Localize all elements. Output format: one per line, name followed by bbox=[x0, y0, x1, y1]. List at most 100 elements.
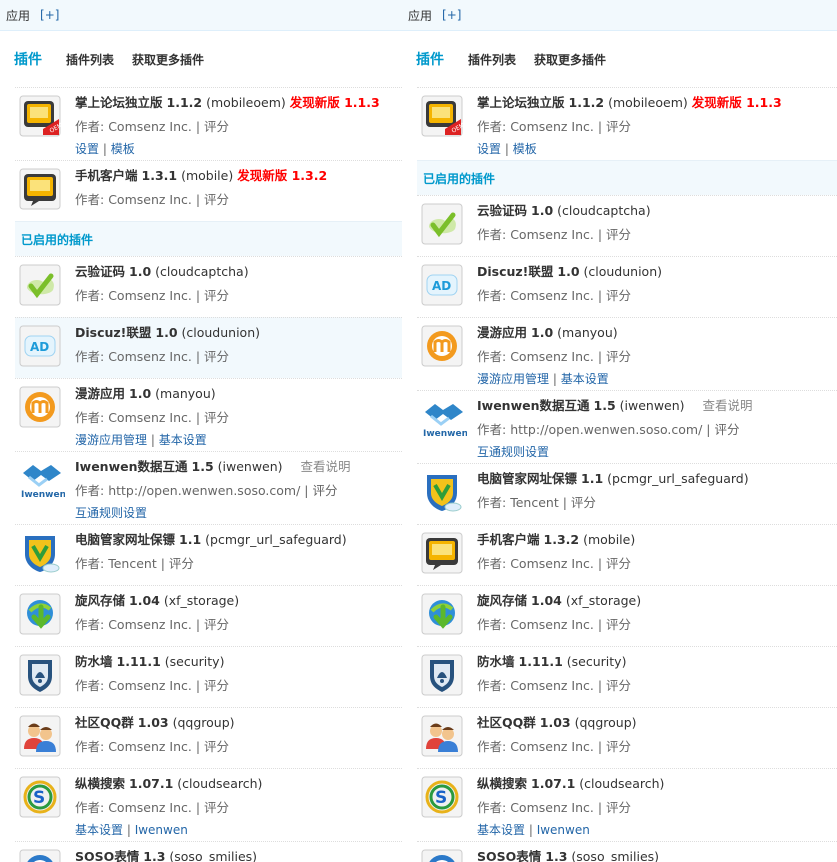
plugin-row: AD Discuz!联盟 1.0 (cloudunion) 作者: Comsenz … bbox=[417, 256, 837, 317]
plugin-identifier: (manyou) bbox=[155, 386, 216, 401]
rate-link[interactable]: 评分 bbox=[204, 192, 229, 207]
plugin-name: SOSO表情 bbox=[75, 849, 140, 862]
plugin-name: Discuz!联盟 bbox=[477, 264, 554, 279]
rate-link[interactable]: 评分 bbox=[606, 739, 631, 754]
plugin-action-link[interactable]: 设置 bbox=[477, 142, 501, 156]
plugin-version: 1.0 bbox=[557, 264, 580, 279]
plugin-action-link[interactable]: Iwenwen bbox=[537, 823, 590, 837]
plugin-action-link[interactable]: 设置 bbox=[75, 142, 99, 156]
plugin-identifier: (cloudcaptcha) bbox=[557, 203, 651, 218]
plugin-row: 旋风存储 1.04 (xf_storage) 作者: Comsenz Inc. |… bbox=[15, 585, 402, 646]
view-info-link[interactable]: 查看说明 bbox=[703, 398, 753, 413]
plugin-row: 漫游应用 1.0 (manyou) 作者: Comsenz Inc. | 评分 漫游… bbox=[417, 317, 837, 390]
rate-link[interactable]: 评分 bbox=[606, 678, 631, 693]
plugin-version: 1.07.1 bbox=[531, 776, 576, 791]
tab-plugin-list[interactable]: 插件列表 bbox=[66, 51, 114, 68]
separator: | bbox=[593, 119, 607, 134]
rate-link[interactable]: 评分 bbox=[204, 739, 229, 754]
plugin-identifier: (cloudsearch) bbox=[579, 776, 665, 791]
plugin-version: 1.0 bbox=[531, 203, 554, 218]
tab-plugin-list[interactable]: 插件列表 bbox=[468, 51, 516, 68]
rate-link[interactable]: 评分 bbox=[606, 227, 631, 242]
rate-link[interactable]: 评分 bbox=[204, 410, 229, 425]
plugin-author: Comsenz Inc. bbox=[108, 349, 192, 364]
rate-link[interactable]: 评分 bbox=[606, 556, 631, 571]
plugin-version: 1.3.2 bbox=[543, 532, 580, 547]
svg-text:S: S bbox=[435, 788, 447, 808]
plugin-action-link[interactable]: 模板 bbox=[513, 142, 537, 156]
plugin-name: 旋风存储 bbox=[477, 593, 528, 608]
rate-link[interactable]: 评分 bbox=[606, 349, 631, 364]
tab-get-more-plugins[interactable]: 获取更多插件 bbox=[534, 51, 606, 68]
rate-link[interactable]: 评分 bbox=[204, 119, 229, 134]
plugin-action-link[interactable]: 基本设置 bbox=[477, 823, 525, 837]
svg-text:Iwenwen: Iwenwen bbox=[423, 429, 467, 439]
plugin-row: 手机客户端 1.3.1 (mobile) 发现新版 1.3.2 作者: Comse… bbox=[15, 160, 402, 221]
pcmgr-icon bbox=[421, 471, 463, 513]
plugin-title: 社区QQ群 1.03 (qqgroup) bbox=[477, 712, 637, 731]
plugin-name: 电脑管家网址保镖 bbox=[477, 471, 578, 486]
plugin-title: 社区QQ群 1.03 (qqgroup) bbox=[75, 712, 235, 731]
rate-link[interactable]: 评分 bbox=[606, 617, 631, 632]
plugin-author-line: 作者: Comsenz Inc. | 评分 bbox=[477, 614, 631, 633]
plugin-action-link[interactable]: 模板 bbox=[111, 142, 135, 156]
rate-link[interactable]: 评分 bbox=[606, 288, 631, 303]
tab-plugins[interactable]: 插件 bbox=[416, 49, 444, 69]
plugin-action-link[interactable]: 基本设置 bbox=[75, 823, 123, 837]
plugin-action-link[interactable]: 互通规则设置 bbox=[477, 445, 549, 459]
plugin-author-line: 作者: Comsenz Inc. | 评分 bbox=[75, 614, 229, 633]
rate-link[interactable]: 评分 bbox=[204, 678, 229, 693]
plugin-author-line: 作者: Comsenz Inc. | 评分 bbox=[477, 736, 631, 755]
tab-plugins[interactable]: 插件 bbox=[14, 49, 42, 69]
author-prefix: 作者: bbox=[75, 349, 105, 364]
view-info-link[interactable]: 查看说明 bbox=[301, 459, 351, 474]
plugin-action-links: 互通规则设置 bbox=[477, 443, 549, 460]
rate-link[interactable]: 评分 bbox=[714, 422, 739, 437]
rate-link[interactable]: 评分 bbox=[204, 800, 229, 815]
rate-link[interactable]: 评分 bbox=[204, 349, 229, 364]
plugin-identifier: (iwenwen) bbox=[217, 459, 283, 474]
plugin-action-link[interactable]: 漫游应用管理 bbox=[75, 433, 147, 447]
plugin-name: 云验证码 bbox=[477, 203, 528, 218]
plugin-action-link[interactable]: 漫游应用管理 bbox=[477, 372, 549, 386]
plugin-row: 防水墙 1.11.1 (security) 作者: Comsenz Inc. | … bbox=[15, 646, 402, 707]
rate-link[interactable]: 评分 bbox=[606, 800, 631, 815]
rate-link[interactable]: 评分 bbox=[204, 288, 229, 303]
add-app-link[interactable]: [+] bbox=[40, 8, 59, 22]
separator: | bbox=[191, 349, 205, 364]
plugin-title: Discuz!联盟 1.0 (cloudunion) bbox=[75, 322, 260, 341]
plugin-title: 纵横搜索 1.07.1 (cloudsearch) bbox=[75, 773, 262, 792]
rate-link[interactable]: 评分 bbox=[312, 483, 337, 498]
plugin-action-link[interactable]: 基本设置 bbox=[561, 372, 609, 386]
plugin-row: 漫游应用 1.0 (manyou) 作者: Comsenz Inc. | 评分 漫游… bbox=[15, 378, 402, 451]
new-version-notice[interactable]: 发现新版 1.3.2 bbox=[237, 168, 327, 183]
separator: | bbox=[593, 739, 607, 754]
plugin-name: SOSO表情 bbox=[477, 849, 542, 862]
plugin-row: OEM 掌上论坛独立版 1.1.2 (mobileoem) 发现新版 1.1.3 作… bbox=[15, 87, 402, 160]
separator: | bbox=[593, 617, 607, 632]
plugin-name: 漫游应用 bbox=[75, 386, 126, 401]
plugin-version: 1.5 bbox=[593, 398, 616, 413]
plugin-title: 漫游应用 1.0 (manyou) bbox=[75, 383, 216, 402]
plugin-row: Iwenwen Iwenwen数据互通 1.5 (iwenwen) 查看说明 作者: … bbox=[417, 390, 837, 463]
plugin-identifier: (pcmgr_url_safeguard) bbox=[607, 471, 749, 486]
rate-link[interactable]: 评分 bbox=[606, 119, 631, 134]
author-prefix: 作者: bbox=[75, 410, 105, 425]
rate-link[interactable]: 评分 bbox=[169, 556, 194, 571]
separator: | bbox=[300, 483, 313, 498]
add-app-link[interactable]: [+] bbox=[442, 8, 461, 22]
plugin-list: OEM 掌上论坛独立版 1.1.2 (mobileoem) 发现新版 1.1.3 作… bbox=[417, 87, 837, 862]
tab-get-more-plugins[interactable]: 获取更多插件 bbox=[132, 51, 204, 68]
separator: | bbox=[156, 556, 169, 571]
separator: | bbox=[549, 372, 561, 386]
plugin-name: 手机客户端 bbox=[75, 168, 138, 183]
new-version-notice[interactable]: 发现新版 1.1.3 bbox=[290, 95, 380, 110]
rate-link[interactable]: 评分 bbox=[204, 617, 229, 632]
new-version-notice[interactable]: 发现新版 1.1.3 bbox=[692, 95, 782, 110]
rate-link[interactable]: 评分 bbox=[571, 495, 596, 510]
plugin-action-link[interactable]: Iwenwen bbox=[135, 823, 188, 837]
plugin-action-link[interactable]: 基本设置 bbox=[159, 433, 207, 447]
plugin-action-link[interactable]: 互通规则设置 bbox=[75, 506, 147, 520]
top-bar: 应用 [+] bbox=[402, 0, 837, 31]
plugin-author-line: 作者: Tencent | 评分 bbox=[75, 553, 194, 572]
